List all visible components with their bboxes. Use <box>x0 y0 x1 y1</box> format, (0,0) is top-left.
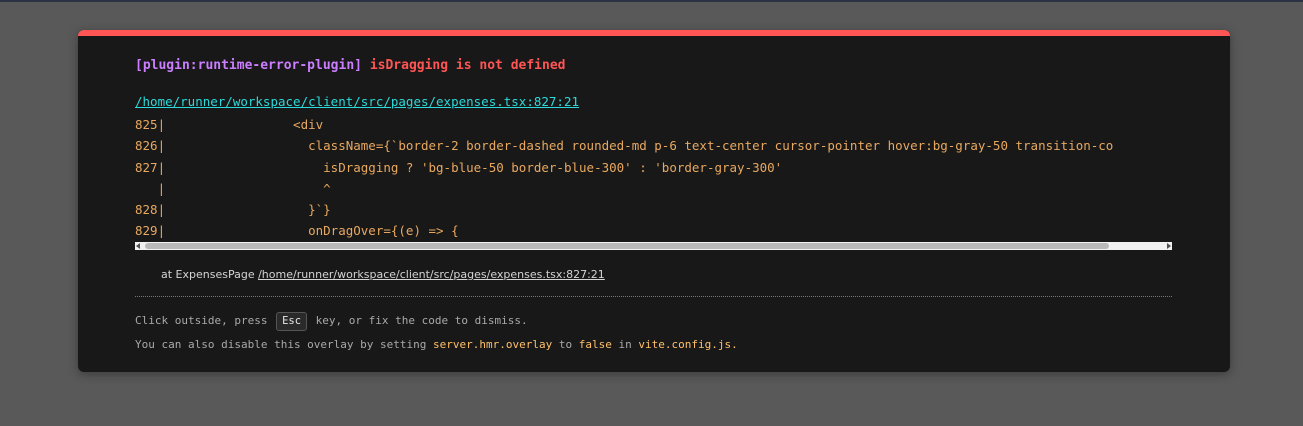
stack-trace: at ExpensesPage /home/runner/workspace/c… <box>161 268 605 281</box>
error-text: isDragging is not defined <box>369 58 566 73</box>
tip-text: key, or fix the code to dismiss. <box>315 314 528 327</box>
scroll-right-icon[interactable] <box>1167 243 1171 249</box>
stack-file-link[interactable]: /home/runner/workspace/client/src/pages/… <box>258 268 605 281</box>
code-line: | ^ <box>135 180 331 196</box>
code-line: 826| className={`border-2 border-dashed … <box>135 138 1114 154</box>
window-top-strip <box>0 0 1303 2</box>
esc-key: Esc <box>276 312 308 331</box>
code-line: 825| <div <box>135 117 324 132</box>
config-file: vite.config.js. <box>638 338 738 351</box>
config-option: server.hmr.overlay <box>433 338 553 351</box>
code-line: 827| isDragging ? 'bg-blue-50 border-blu… <box>135 159 783 175</box>
stack-prefix: at ExpensesPage <box>161 268 255 281</box>
scroll-left-icon[interactable] <box>136 243 140 249</box>
code-line: 828| }`} <box>135 202 331 218</box>
horizontal-scrollbar[interactable] <box>135 242 1172 250</box>
config-value: false <box>578 338 612 351</box>
tip-text: in <box>618 338 632 351</box>
code-frame[interactable]: 825| <div 826| className={`border-2 bord… <box>135 114 1172 250</box>
file-link[interactable]: /home/runner/workspace/client/src/pages/… <box>135 94 579 109</box>
code-line: 829| onDragOver={(e) => { <box>135 223 459 239</box>
divider <box>135 296 1172 297</box>
error-overlay: [plugin:runtime-error-plugin] isDragging… <box>78 30 1230 372</box>
code-frame-lines: 825| <div 826| className={`border-2 bord… <box>135 114 1113 242</box>
plugin-label: [plugin:runtime-error-plugin] <box>135 58 362 73</box>
dismiss-tip: Click outside, press Esc key, or fix the… <box>135 312 528 331</box>
scroll-thumb[interactable] <box>145 243 1109 249</box>
tip-text: Click outside, press <box>135 314 268 327</box>
tip-text: You can also disable this overlay by set… <box>135 338 427 351</box>
tip-text: to <box>558 338 573 351</box>
config-tip: You can also disable this overlay by set… <box>135 338 738 351</box>
error-message: [plugin:runtime-error-plugin] isDragging… <box>135 58 565 73</box>
